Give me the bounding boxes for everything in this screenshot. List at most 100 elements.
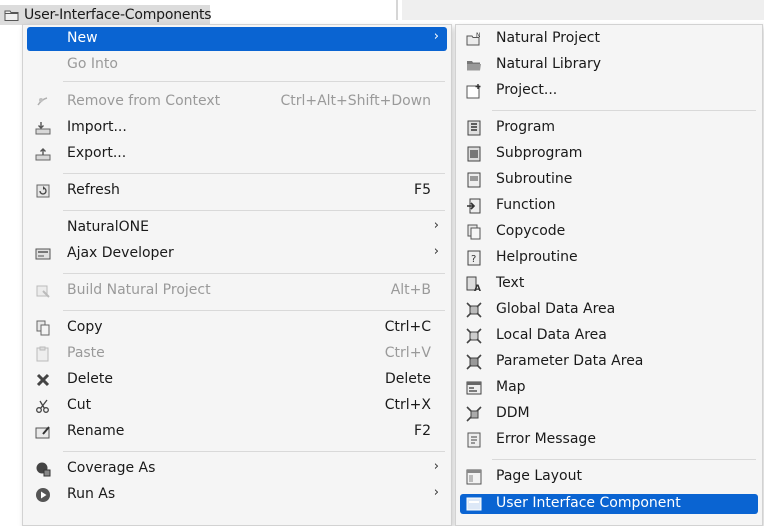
export-icon [35,148,51,161]
tree-project-node[interactable]: User-Interface-Components [0,5,212,25]
build-icon [36,285,50,298]
menu-separator [63,81,445,82]
menu-item-cut[interactable]: Cut Ctrl+X [27,394,447,418]
submenu-item-subroutine[interactable]: Subroutine [460,168,758,192]
submenu-item-project[interactable]: Project... [460,79,758,103]
menu-item-label: DDM [496,405,530,421]
menu-item-label: Cut [67,397,92,413]
menu-item-label: Natural Project [496,30,600,46]
menu-item-label: Rename [67,423,125,439]
submenu-item-map[interactable]: Map [460,376,758,400]
view-divider [396,0,398,20]
function-icon [467,198,481,214]
menu-separator [63,310,445,311]
menu-separator [63,273,445,274]
menu-item-label: Program [496,119,556,135]
menu-item-run-as[interactable]: Run As › [27,483,447,507]
submenu-item-function[interactable]: Function [460,194,758,218]
submenu-item-page-layout[interactable]: Page Layout [460,465,758,489]
menu-item-ajax-developer[interactable]: Ajax Developer › [27,242,447,266]
coverage-icon [36,462,51,477]
menu-item-paste[interactable]: Paste Ctrl+V [27,342,447,366]
ddm-icon [466,406,482,422]
menu-item-build-natural-project[interactable]: Build Natural Project Alt+B [27,279,447,303]
menu-item-label: Export... [67,145,127,161]
svg-text:?: ? [471,254,476,265]
copy-icon [36,320,50,336]
submenu-arrow-icon: › [433,459,439,474]
page-layout-icon [466,469,482,485]
menu-item-coverage-as[interactable]: Coverage As › [27,457,447,481]
project-folder-icon [4,10,19,21]
menu-item-shortcut: Alt+B [390,282,431,298]
subroutine-icon [467,172,481,188]
tree-node-label: User-Interface-Components [24,7,212,23]
menu-item-label: Global Data Area [496,301,616,317]
menu-item-remove-from-context[interactable]: Remove from Context Ctrl+Alt+Shift+Down [27,90,447,114]
submenu-item-user-interface-component[interactable]: User Interface Component [460,494,758,514]
menu-item-label: Local Data Area [496,327,607,343]
menu-item-rename[interactable]: Rename F2 [27,420,447,444]
cut-icon [36,399,49,413]
submenu-arrow-icon: › [433,244,439,259]
menu-separator [492,459,756,460]
submenu-item-global-data-area[interactable]: Global Data Area [460,298,758,322]
folder-icon [467,61,481,71]
menu-item-label: User Interface Component [496,495,681,511]
menu-item-label: Delete [67,371,113,387]
menu-item-refresh[interactable]: Refresh F5 [27,179,447,203]
menu-item-label: Coverage As [67,460,156,476]
submenu-arrow-icon: › [433,218,439,233]
menu-item-label: Remove from Context [67,93,221,109]
menu-item-shortcut: Ctrl+C [384,319,431,335]
menu-separator [63,173,445,174]
menu-item-label: Ajax Developer [67,245,174,261]
submenu-item-subprogram[interactable]: Subprogram [460,142,758,166]
submenu-item-natural-project[interactable]: N Natural Project [460,27,758,51]
editor-area [402,0,764,20]
menu-item-export[interactable]: Export... [27,142,447,166]
copycode-icon [467,224,481,240]
submenu-item-natural-library[interactable]: Natural Library [460,53,758,77]
menu-item-label: Helproutine [496,249,578,265]
submenu-item-error-message[interactable]: Error Message [460,428,758,452]
menu-item-label: Import... [67,119,127,135]
submenu-item-ddm[interactable]: DDM [460,402,758,426]
menu-item-new[interactable]: New › [27,27,447,51]
menu-item-label: New [67,30,98,46]
remove-context-icon [37,97,48,106]
map-icon [466,381,482,395]
menu-item-shortcut: Ctrl+Alt+Shift+Down [280,93,431,109]
menu-item-label: Function [496,197,556,213]
delete-icon [36,373,50,387]
local-data-area-icon [466,328,482,344]
menu-item-copy[interactable]: Copy Ctrl+C [27,316,447,340]
submenu-item-helproutine[interactable]: ? Helproutine [460,246,758,270]
submenu-arrow-icon: › [433,29,439,44]
ajax-icon [35,248,51,260]
run-icon [36,488,50,502]
ui-component-icon [466,497,482,511]
submenu-item-local-data-area[interactable]: Local Data Area [460,324,758,348]
menu-item-import[interactable]: Import... [27,116,447,140]
context-menu: New › Go Into Remove from Context Ctrl+A… [22,24,452,526]
menu-item-label: Run As [67,486,116,502]
menu-item-go-into[interactable]: Go Into [27,53,447,77]
submenu-item-parameter-data-area[interactable]: Parameter Data Area [460,350,758,374]
menu-item-delete[interactable]: Delete Delete [27,368,447,392]
menu-item-label: Go Into [67,56,118,72]
error-message-icon [467,432,481,448]
menu-item-label: Parameter Data Area [496,353,644,369]
program-icon [467,120,481,136]
submenu-item-text[interactable]: A Text [460,272,758,296]
submenu-item-copycode[interactable]: Copycode [460,220,758,244]
menu-item-naturalone[interactable]: NaturalONE › [27,216,447,240]
menu-item-label: Page Layout [496,468,582,484]
menu-item-shortcut: F2 [414,423,431,439]
submenu-item-program[interactable]: Program [460,116,758,140]
menu-item-shortcut: Delete [385,371,431,387]
parameter-data-area-icon [466,354,482,370]
new-submenu: N Natural Project Natural Library Projec… [455,24,763,526]
menu-separator [492,110,756,111]
menu-item-label: NaturalONE [67,219,149,235]
